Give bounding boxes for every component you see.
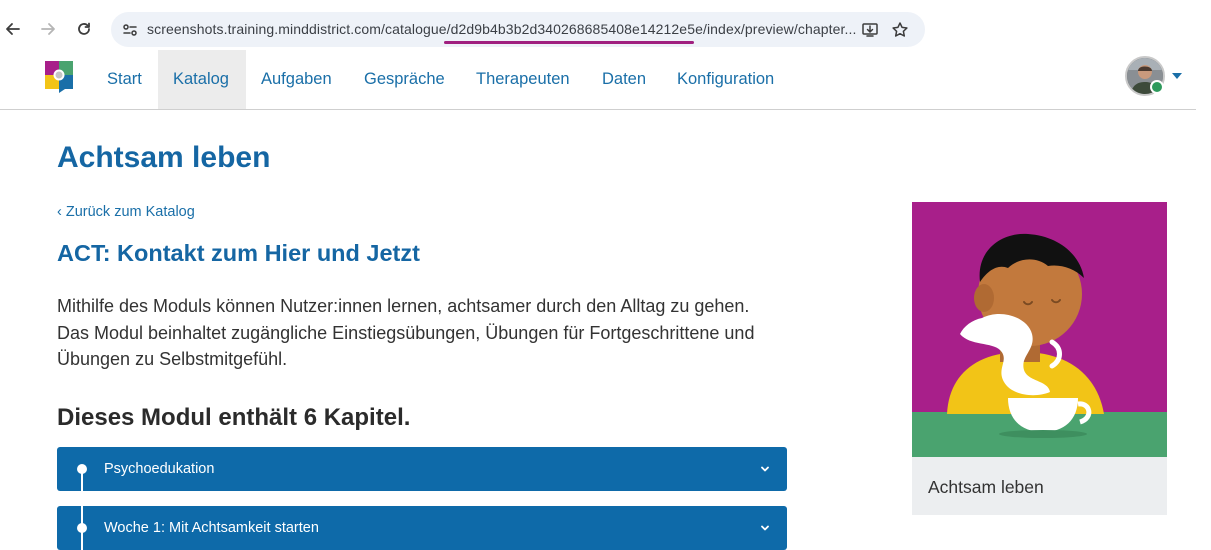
module-card[interactable]: Achtsam leben: [912, 202, 1167, 515]
chapter-label: Woche 1: Mit Achtsamkeit starten: [104, 520, 319, 536]
nav-katalog[interactable]: Katalog: [158, 50, 246, 109]
nav-start[interactable]: Start: [92, 50, 157, 109]
app-header: Start Katalog Aufgaben Gespräche Therape…: [0, 50, 1196, 110]
module-title: ACT: Kontakt zum Hier und Jetzt: [57, 240, 420, 266]
browser-toolbar: screenshots.training.minddistrict.com/ca…: [0, 0, 1211, 57]
chapter-accordion-item[interactable]: Psychoedukation: [57, 447, 787, 491]
chapter-label: Psychoedukation: [104, 461, 215, 477]
timeline-dot-icon: [77, 523, 87, 533]
site-settings-icon[interactable]: [121, 21, 139, 39]
module-illustration: [912, 202, 1167, 457]
url-suffix: /index/preview/chapter...: [702, 21, 857, 37]
chevron-down-icon[interactable]: [757, 520, 773, 536]
nav-konfiguration[interactable]: Konfiguration: [662, 50, 789, 109]
forward-arrow-icon[interactable]: [37, 18, 59, 40]
chevron-down-icon[interactable]: [757, 461, 773, 477]
install-app-icon[interactable]: [861, 21, 879, 39]
nav-daten[interactable]: Daten: [587, 50, 661, 109]
chevron-down-icon[interactable]: [1172, 73, 1182, 79]
page-title: Achtsam leben: [57, 141, 271, 174]
timeline-dot-icon: [77, 464, 87, 474]
back-to-catalog-link[interactable]: ‹ Zurück zum Katalog: [57, 204, 195, 220]
url-text: screenshots.training.minddistrict.com/ca…: [147, 21, 856, 37]
nav-gespraeche[interactable]: Gespräche: [349, 50, 460, 109]
module-description: Mithilfe des Moduls können Nutzer:innen …: [57, 296, 755, 369]
card-label: Achtsam leben: [928, 477, 1044, 497]
chapter-accordion-item[interactable]: Woche 1: Mit Achtsamkeit starten: [57, 506, 787, 550]
avatar-status-badge: [1150, 80, 1164, 94]
bookmark-star-icon[interactable]: [891, 21, 909, 39]
minddistrict-logo[interactable]: [45, 61, 75, 93]
url-prefix: screenshots.training.minddistrict.com/ca…: [147, 21, 451, 37]
chapters-heading: Dieses Modul enthält 6 Kapitel.: [57, 404, 411, 431]
back-arrow-icon[interactable]: [2, 18, 24, 40]
url-highlight-underline: [444, 41, 694, 44]
nav-aufgaben[interactable]: Aufgaben: [246, 50, 347, 109]
url-highlight: d2d9b4b3b2d340268685408e14212e5e: [450, 21, 703, 37]
reload-icon[interactable]: [73, 18, 95, 40]
nav-therapeuten[interactable]: Therapeuten: [461, 50, 585, 109]
